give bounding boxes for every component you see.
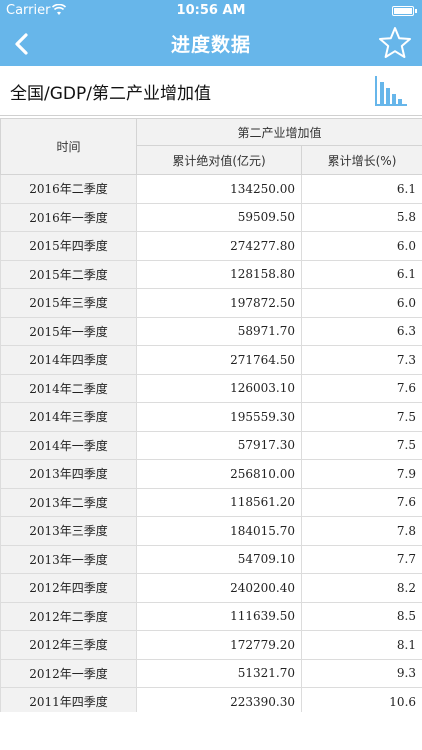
period-cell: 2013年一季度	[0, 544, 137, 574]
value-cell: 223390.30	[136, 687, 302, 712]
growth-cell: 6.1	[300, 259, 422, 289]
value-cell: 197872.50	[136, 288, 302, 318]
value-cell: 59509.50	[136, 202, 302, 232]
data-table-container[interactable]: 时间 第二产业增加值 累计绝对值(亿元) 累计增长(%) 2016年二季度 134…	[0, 118, 422, 712]
growth-cell: 8.1	[300, 630, 422, 660]
growth-cell: 5.8	[300, 202, 422, 232]
value-cell: 271764.50	[136, 345, 302, 375]
growth-cell: 6.3	[300, 316, 422, 346]
table-row: 2013年一季度 54709.10 7.7	[0, 544, 422, 574]
growth-cell: 7.5	[300, 430, 422, 460]
table-row: 2014年一季度 57917.30 7.5	[0, 430, 422, 460]
period-cell: 2013年三季度	[0, 516, 137, 546]
period-cell: 2012年四季度	[0, 573, 137, 603]
table-row: 2013年三季度 184015.70 7.8	[0, 516, 422, 546]
value-cell: 128158.80	[136, 259, 302, 289]
value-cell: 240200.40	[136, 573, 302, 603]
nav-bar: 进度数据	[0, 22, 422, 66]
period-cell: 2014年二季度	[0, 373, 137, 403]
value-cell: 184015.70	[136, 516, 302, 546]
table-row: 2015年四季度 274277.80 6.0	[0, 231, 422, 261]
value-cell: 274277.80	[136, 231, 302, 261]
table-row: 2012年二季度 111639.50 8.5	[0, 601, 422, 631]
growth-cell: 8.2	[300, 573, 422, 603]
period-cell: 2015年三季度	[0, 288, 137, 318]
period-cell: 2014年一季度	[0, 430, 137, 460]
table-row: 2016年一季度 59509.50 5.8	[0, 202, 422, 232]
table-row: 2015年二季度 128158.80 6.1	[0, 259, 422, 289]
period-cell: 2015年四季度	[0, 231, 137, 261]
growth-cell: 7.7	[300, 544, 422, 574]
table-row: 2011年四季度 223390.30 10.6	[0, 687, 422, 712]
table-row: 2013年四季度 256810.00 7.9	[0, 459, 422, 489]
table-row: 2015年三季度 197872.50 6.0	[0, 288, 422, 318]
growth-cell: 10.6	[300, 687, 422, 712]
period-cell: 2015年二季度	[0, 259, 137, 289]
period-cell: 2013年四季度	[0, 459, 137, 489]
period-cell: 2015年一季度	[0, 316, 137, 346]
growth-cell: 7.3	[300, 345, 422, 375]
table-row: 2014年三季度 195559.30 7.5	[0, 402, 422, 432]
period-cell: 2011年四季度	[0, 687, 137, 712]
table-row: 2013年二季度 118561.20 7.6	[0, 487, 422, 517]
indicator-header: 全国/GDP/第二产业增加值	[0, 66, 422, 116]
period-cell: 2014年三季度	[0, 402, 137, 432]
growth-cell: 6.1	[300, 174, 422, 204]
growth-cell: 8.5	[300, 601, 422, 631]
value-cell: 195559.30	[136, 402, 302, 432]
data-table: 时间 第二产业增加值 累计绝对值(亿元) 累计增长(%) 2016年二季度 134…	[0, 118, 422, 712]
value-cell: 58971.70	[136, 316, 302, 346]
growth-cell: 7.6	[300, 373, 422, 403]
value-cell: 172779.20	[136, 630, 302, 660]
value-cell: 126003.10	[136, 373, 302, 403]
period-cell: 2014年四季度	[0, 345, 137, 375]
table-row: 2016年二季度 134250.00 6.1	[0, 174, 422, 204]
bar-chart-icon[interactable]	[374, 74, 408, 108]
table-row: 2012年一季度 51321.70 9.3	[0, 658, 422, 688]
bottom-blank-area	[0, 712, 422, 750]
time-column-header: 时间	[0, 118, 137, 175]
period-cell: 2016年一季度	[0, 202, 137, 232]
period-cell: 2012年二季度	[0, 601, 137, 631]
growth-cell: 7.8	[300, 516, 422, 546]
battery-icon	[392, 6, 417, 16]
value-cell: 256810.00	[136, 459, 302, 489]
table-row: 2015年一季度 58971.70 6.3	[0, 316, 422, 346]
value-cell: 54709.10	[136, 544, 302, 574]
favorite-star-icon[interactable]	[376, 24, 414, 62]
page-title: 进度数据	[170, 34, 251, 56]
value-cell: 51321.70	[136, 658, 302, 688]
status-time: 10:56 AM	[176, 3, 246, 18]
value-cell: 134250.00	[136, 174, 302, 204]
period-cell: 2013年二季度	[0, 487, 137, 517]
period-cell: 2016年二季度	[0, 174, 137, 204]
growth-cell: 7.6	[300, 487, 422, 517]
period-cell: 2012年三季度	[0, 630, 137, 660]
growth-cell: 6.0	[300, 288, 422, 318]
table-row: 2014年二季度 126003.10 7.6	[0, 373, 422, 403]
table-row: 2012年四季度 240200.40 8.2	[0, 573, 422, 603]
value-cell: 57917.30	[136, 430, 302, 460]
value-cell: 111639.50	[136, 601, 302, 631]
value-cell: 118561.20	[136, 487, 302, 517]
growth-cell: 7.5	[300, 402, 422, 432]
value-column-header: 累计绝对值(亿元)	[136, 145, 302, 175]
growth-column-header: 累计增长(%)	[300, 145, 422, 175]
indicator-group-header: 第二产业增加值	[135, 118, 422, 146]
indicator-path: 全国/GDP/第二产业增加值	[10, 84, 211, 104]
growth-cell: 6.0	[300, 231, 422, 261]
growth-cell: 7.9	[300, 459, 422, 489]
period-cell: 2012年一季度	[0, 658, 137, 688]
status-bar: Carrier 10:56 AM	[0, 0, 422, 22]
table-row: 2014年四季度 271764.50 7.3	[0, 345, 422, 375]
growth-cell: 9.3	[300, 658, 422, 688]
table-row: 2012年三季度 172779.20 8.1	[0, 630, 422, 660]
